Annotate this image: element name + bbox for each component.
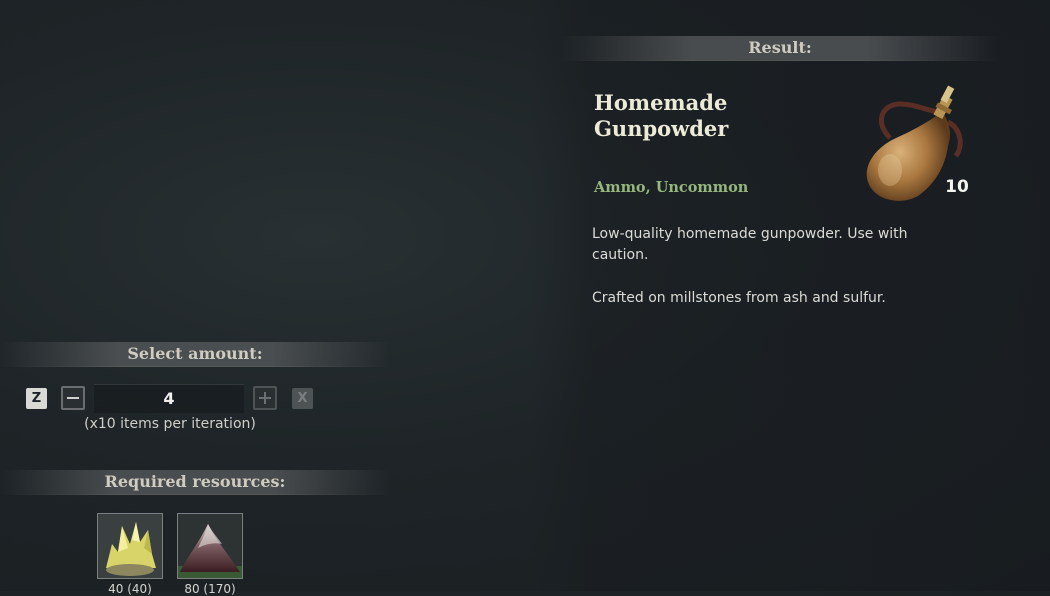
result-header: Result: (560, 36, 1000, 60)
item-category: Ammo, Uncommon (594, 179, 749, 196)
resource-slot-ash[interactable] (177, 513, 243, 579)
amount-input[interactable]: 4 (94, 384, 244, 413)
divider (560, 60, 1000, 61)
divider (0, 366, 390, 367)
decrease-button[interactable] (61, 386, 85, 410)
item-count: 10 (945, 177, 969, 197)
minus-icon (67, 397, 79, 399)
required-resources-header: Required resources: (0, 470, 390, 494)
resource-count: 40 (40) (108, 582, 152, 596)
resource-count: 80 (170) (184, 582, 236, 596)
resource-slot-sulfur[interactable] (97, 513, 163, 579)
max-amount-key[interactable]: X (292, 388, 313, 409)
crafting-info: Crafted on millstones from ash and sulfu… (592, 290, 886, 306)
sulfur-icon (106, 522, 156, 576)
ash-icon (178, 524, 242, 578)
select-amount-header: Select amount: (0, 342, 390, 366)
min-amount-key[interactable]: Z (26, 388, 47, 409)
item-title: Homemade Gunpowder (594, 90, 729, 141)
item-description: Low-quality homemade gunpowder. Use with… (592, 226, 908, 263)
per-iteration-note: (x10 items per iteration) (84, 416, 256, 432)
increase-button[interactable] (253, 386, 277, 410)
divider (0, 494, 390, 495)
